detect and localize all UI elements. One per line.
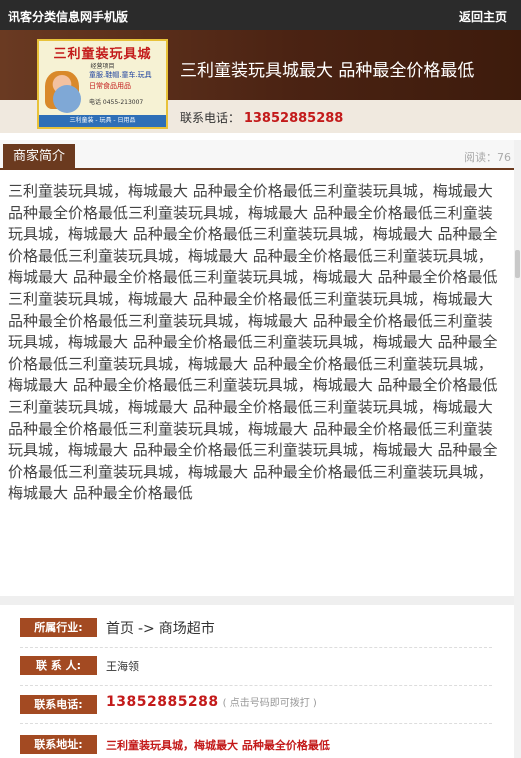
phone-number-link[interactable]: 13852885288 <box>106 694 219 710</box>
shop-logo: 三利童装玩具城 经营项目 童服.鞋帽.童车.玩具 日常食品用品 电话 0455-… <box>37 39 168 129</box>
industry-row: 所属行业: 首页 -> 商场超市 <box>20 612 492 648</box>
tab-shop-intro[interactable]: 商家简介 <box>3 144 76 170</box>
read-count: 阅读：76 <box>464 149 511 165</box>
breadcrumb-arrow: -> <box>138 621 155 637</box>
phone-label: 联系电话: <box>20 695 97 714</box>
logo-title: 三利童装玩具城 <box>53 47 152 62</box>
address-row: 联系地址: 三利童装玩具城，梅城最大 品种最全价格最低 <box>20 724 492 758</box>
logo-items-line1: 童服.鞋帽.童车.玩具 <box>89 71 152 79</box>
breadcrumb-category-link[interactable]: 商场超市 <box>159 621 215 637</box>
site-name[interactable]: 讯客分类信息网手机版 <box>8 8 128 25</box>
phone-hint: ( 点击号码即可拨打 ) <box>222 698 317 709</box>
address-value: 三利童装玩具城，梅城最大 品种最全价格最低 <box>106 739 330 752</box>
logo-subtitle: 经营项目 <box>90 63 115 70</box>
top-bar: 讯客分类信息网手机版 返回主页 <box>0 0 521 30</box>
section-divider <box>0 596 514 605</box>
logo-phone: 电话 0455-213007 <box>89 99 144 106</box>
back-home-link[interactable]: 返回主页 <box>459 8 507 25</box>
industry-value: 首页 -> 商场超市 <box>106 618 215 638</box>
shop-banner: 三利童装玩具城 经营项目 童服.鞋帽.童车.玩具 日常食品用品 电话 0455-… <box>0 30 521 133</box>
phone-value: 13852885288( 点击号码即可拨打 ) <box>106 694 317 710</box>
phone-row: 联系电话: 13852885288( 点击号码即可拨打 ) <box>20 686 492 724</box>
header-phone-label: 联系电话： <box>180 111 241 125</box>
breadcrumb-home-link[interactable]: 首页 <box>106 621 134 637</box>
contact-row: 联 系 人: 王海领 <box>20 648 492 686</box>
read-value: 76 <box>497 151 511 164</box>
scrollbar-thumb[interactable] <box>515 250 520 278</box>
shop-title: 三利童装玩具城最大 品种最全价格最低 <box>180 61 475 81</box>
contact-name: 王海领 <box>106 660 139 673</box>
section-header: 商家简介 阅读：76 <box>0 140 521 170</box>
logo-items-line2: 日常食品用品 <box>89 82 131 90</box>
read-label: 阅读： <box>464 151 497 164</box>
shop-intro-text: 三利童装玩具城，梅城最大 品种最全价格最低三利童装玩具城，梅城最大 品种最全价格… <box>8 182 498 503</box>
logo-strip: 三利童装 - 玩具 - 日用品 <box>39 115 166 127</box>
page-scrollbar[interactable] <box>514 140 521 758</box>
logo-toy-illustration <box>53 85 81 113</box>
address-label: 联系地址: <box>20 735 97 754</box>
contact-label: 联 系 人: <box>20 656 97 675</box>
industry-label: 所属行业: <box>20 618 97 637</box>
header-phone-row: 联系电话： 13852885288 <box>180 109 343 126</box>
header-phone-number[interactable]: 13852885288 <box>244 111 344 126</box>
